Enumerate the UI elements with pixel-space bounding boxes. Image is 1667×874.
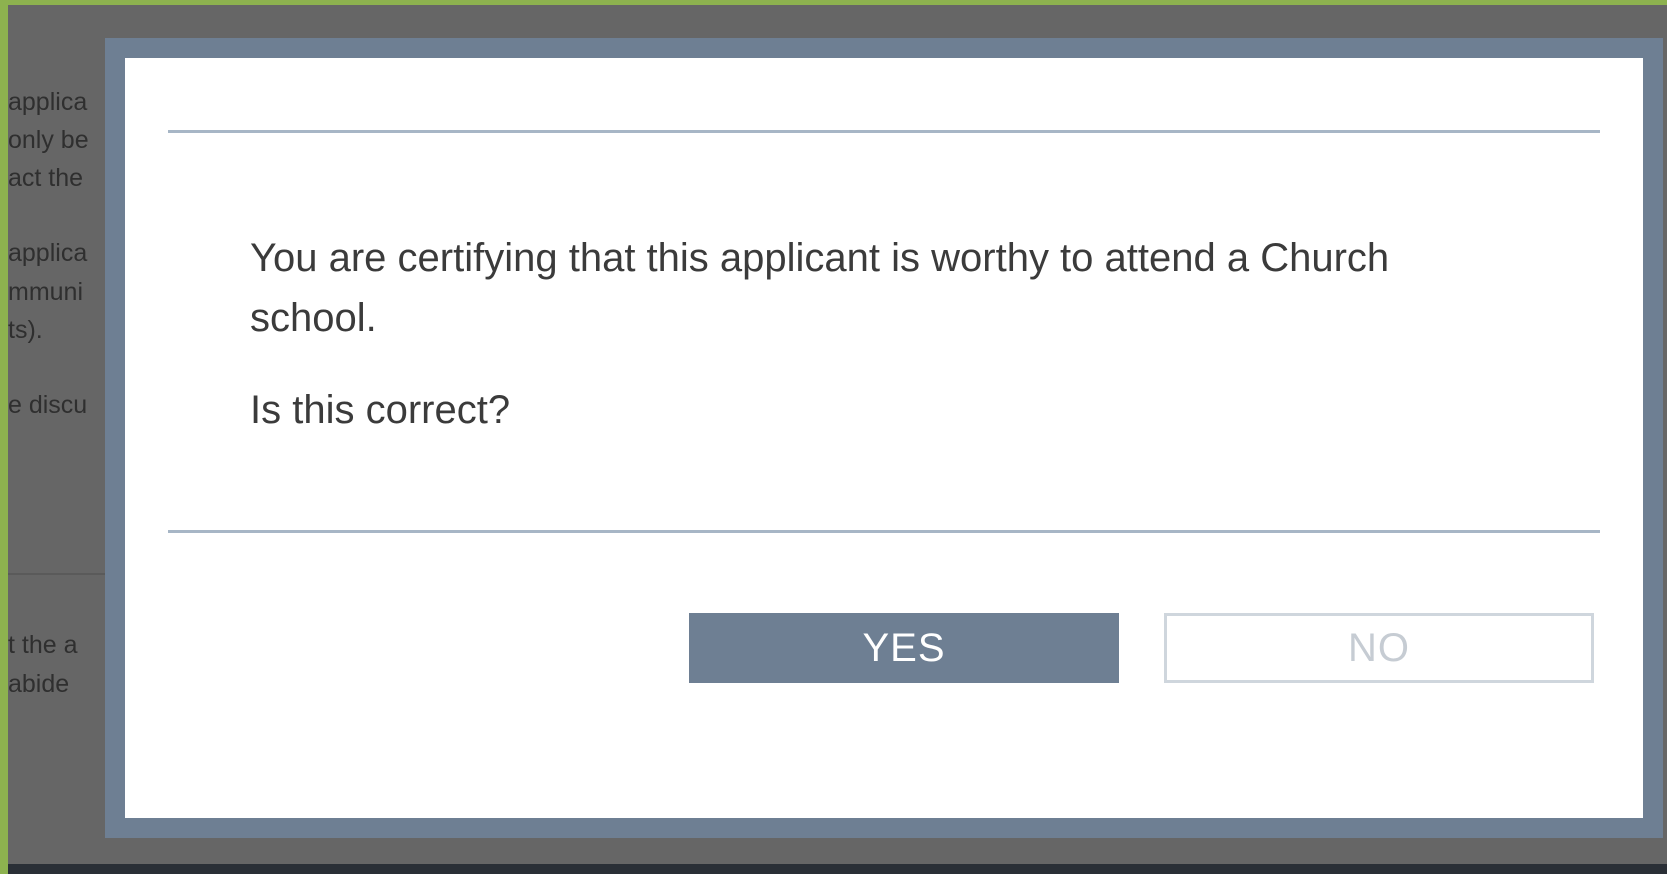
- background-text-line: applica: [8, 88, 88, 116]
- dialog-top-divider: [168, 130, 1600, 133]
- page-backdrop: applica only be act the applica mmuni ts…: [8, 5, 1667, 874]
- background-text-line: abide: [8, 670, 70, 698]
- yes-button[interactable]: YES: [689, 613, 1119, 683]
- background-text-line: t the a: [8, 631, 78, 659]
- background-divider: [8, 573, 108, 575]
- confirmation-dialog-frame: You are certifying that this applicant i…: [105, 38, 1663, 838]
- background-text-line: act the: [8, 164, 84, 192]
- background-text-line: ts).: [8, 316, 43, 344]
- dialog-message: You are certifying that this applicant i…: [250, 236, 1390, 340]
- bottom-bar: [8, 864, 1667, 874]
- no-button[interactable]: NO: [1164, 613, 1594, 683]
- background-text-line: only be: [8, 126, 89, 154]
- dialog-bottom-divider: [168, 530, 1600, 533]
- background-text-line: mmuni: [8, 278, 84, 306]
- background-text-line: e discu: [8, 391, 88, 419]
- background-text-line: applica: [8, 239, 88, 267]
- dialog-question: Is this correct?: [250, 388, 511, 432]
- confirmation-dialog: You are certifying that this applicant i…: [125, 58, 1643, 818]
